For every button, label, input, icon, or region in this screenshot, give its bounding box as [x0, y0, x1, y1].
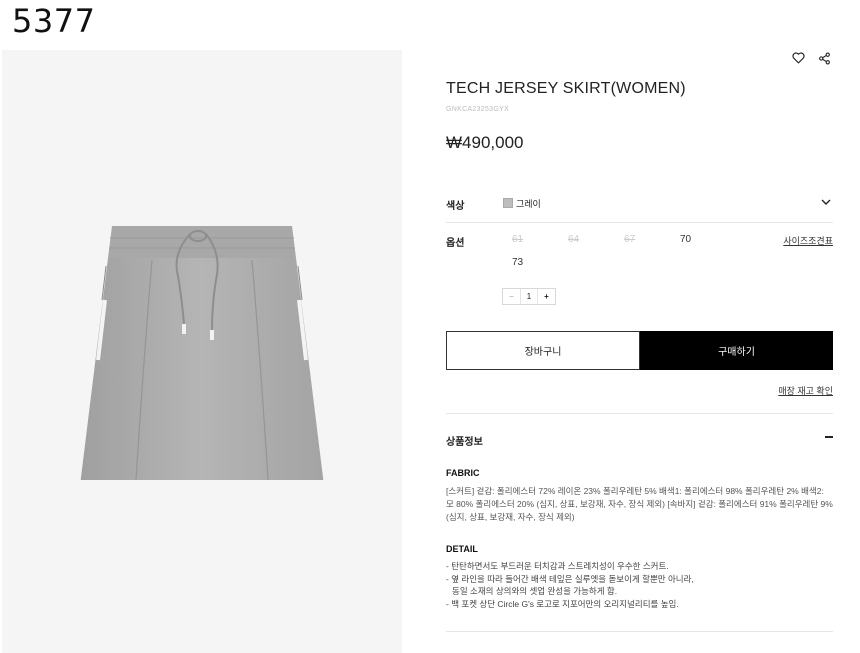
detail-item: - 탄탄하면서도 부드러운 터치감과 스트레치성이 우수한 스커트.	[446, 561, 669, 571]
skirt-image	[80, 226, 324, 480]
size-option-70[interactable]: 70	[680, 234, 691, 245]
color-selector[interactable]: 색상 그레이	[446, 193, 833, 223]
color-label: 색상	[446, 201, 465, 212]
size-option-64[interactable]: 64	[568, 234, 579, 245]
size-option-61[interactable]: 61	[512, 234, 523, 245]
divider	[446, 413, 833, 414]
quantity-value[interactable]: 1	[520, 289, 538, 304]
quantity-stepper: − 1 +	[502, 288, 556, 305]
divider	[446, 631, 833, 632]
fabric-heading: FABRIC	[446, 468, 480, 478]
detail-item: - 백 포켓 상단 Circle G's 로고로 지포어만의 오리지널리티를 높…	[446, 598, 679, 609]
product-image	[2, 50, 402, 653]
store-stock-link[interactable]: 매장 재고 확인	[778, 384, 833, 397]
purchase-buttons: 장바구니 구매하기	[446, 331, 833, 370]
product-title: TECH JERSEY SKIRT(WOMEN)	[446, 80, 686, 97]
detail-list: - 탄탄하면서도 부드러운 터치감과 스트레치성이 우수한 스커트. - 옆 라…	[446, 560, 833, 610]
size-option-67[interactable]: 67	[624, 234, 635, 245]
quantity-minus-button[interactable]: −	[503, 289, 520, 304]
share-icon[interactable]	[816, 50, 832, 66]
fabric-text: [스커트] 겉감: 폴리에스터 72% 레이온 23% 폴리우레탄 5% 배색1…	[446, 486, 833, 522]
option-label: 옵션	[446, 238, 465, 249]
chevron-down-icon[interactable]	[819, 195, 833, 209]
size-guide-link[interactable]: 사이즈조견표	[783, 234, 833, 247]
heart-icon[interactable]	[790, 50, 806, 66]
product-price: ₩490,000	[446, 133, 524, 152]
detail-heading: DETAIL	[446, 544, 478, 554]
detail-item: - 옆 라인을 따라 들어간 배색 테잎은 실루엣을 돋보이게 할뿐만 아니라,	[446, 573, 694, 584]
minus-icon[interactable]	[825, 436, 833, 438]
product-info-header[interactable]: 상품정보	[446, 432, 833, 452]
color-value: 그레이	[516, 199, 541, 209]
color-swatch	[503, 198, 513, 208]
buy-now-button[interactable]: 구매하기	[640, 331, 833, 370]
quantity-plus-button[interactable]: +	[538, 289, 555, 304]
product-info-title: 상품정보	[446, 437, 483, 448]
product-code: GNKCA23253GYX	[446, 106, 510, 113]
size-option-73[interactable]: 73	[512, 257, 523, 268]
add-to-cart-button[interactable]: 장바구니	[446, 331, 640, 370]
product-info: TECH JERSEY SKIRT(WOMEN) GNKCA23253GYX ₩…	[446, 80, 833, 632]
brand-logo[interactable]: 5377	[12, 2, 95, 40]
detail-item: 동일 소재의 상의와의 셋업 완성을 가능하게 함.	[452, 586, 618, 596]
